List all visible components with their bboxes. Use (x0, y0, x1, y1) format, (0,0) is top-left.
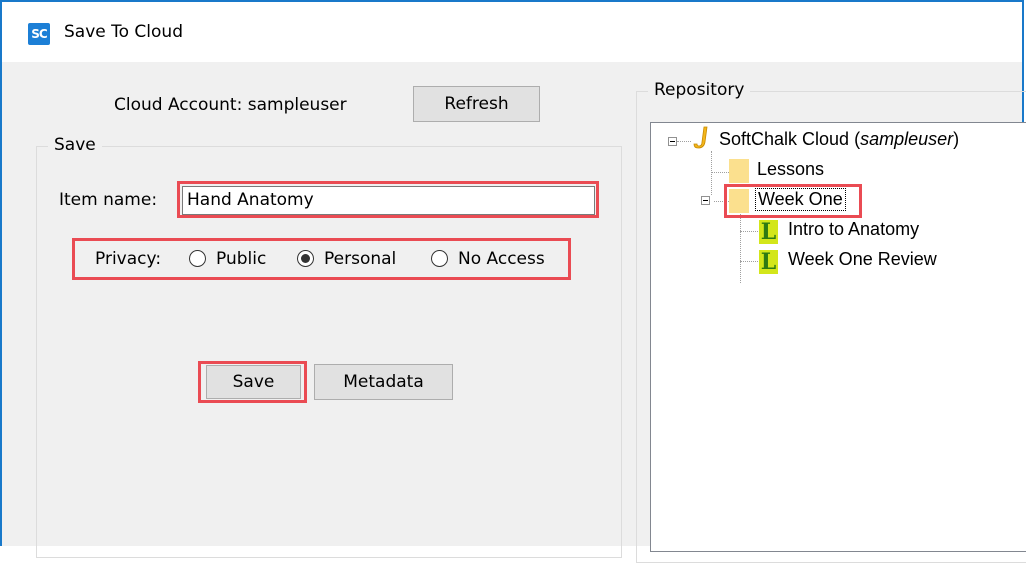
folder-icon (729, 159, 749, 183)
collapse-week-one-icon[interactable] (701, 196, 710, 205)
week-one-highlight (724, 184, 862, 218)
lesson-icon: L (759, 219, 778, 245)
tree-connector (740, 231, 758, 232)
refresh-button[interactable]: Refresh (413, 86, 540, 122)
tree-connector (711, 151, 712, 195)
title-bar[interactable]: SC Save To Cloud (2, 2, 1022, 62)
lesson-icon: L (759, 249, 778, 275)
tree-root-label[interactable]: SoftChalk Cloud (sampleuser) (719, 129, 959, 150)
privacy-highlight (72, 238, 571, 280)
tree-root-name: SoftChalk Cloud (719, 129, 850, 149)
tree-item-intro-to-anatomy[interactable]: Intro to Anatomy (788, 219, 919, 240)
dialog-body: Cloud Account: sampleuser Refresh Save I… (2, 62, 1026, 563)
softchalk-app-icon: SC (28, 23, 50, 45)
item-name-label: Item name: (59, 190, 158, 210)
metadata-button[interactable]: Metadata (314, 364, 453, 400)
window-title: Save To Cloud (64, 22, 183, 42)
tree-root-user: sampleuser (860, 129, 954, 149)
tree-connector (740, 261, 758, 262)
repository-group-label: Repository (648, 80, 751, 100)
save-group-label: Save (48, 135, 102, 155)
tree-item-lessons[interactable]: Lessons (757, 159, 824, 180)
tree-connector (740, 211, 741, 283)
item-name-highlight (177, 181, 599, 218)
cloud-account-label: Cloud Account: sampleuser (114, 95, 347, 115)
tree-connector (711, 172, 729, 173)
repository-tree[interactable]: SoftChalk Cloud (sampleuser) Lessons Wee… (650, 122, 1026, 552)
tree-item-week-one-review[interactable]: Week One Review (788, 249, 937, 270)
softchalk-cloud-icon (693, 126, 708, 149)
save-to-cloud-window: SC Save To Cloud Cloud Account: sampleus… (0, 0, 1026, 563)
tree-connector (677, 141, 691, 142)
collapse-root-icon[interactable] (668, 137, 677, 146)
save-button-highlight (198, 361, 307, 403)
